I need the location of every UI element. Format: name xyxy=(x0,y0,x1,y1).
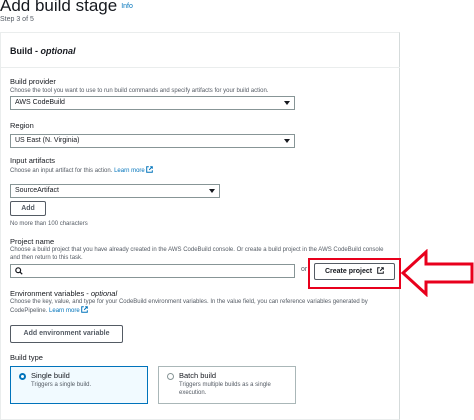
project-name-description-line1: Choose a build project that you have alr… xyxy=(10,247,384,253)
external-link-icon xyxy=(377,267,384,274)
chevron-down-icon xyxy=(284,139,290,143)
env-vars-label: Environment variables - optional xyxy=(10,289,117,298)
input-artifacts-label: Input artifacts xyxy=(10,156,56,165)
add-input-artifact-button[interactable]: Add xyxy=(10,201,46,216)
build-provider-select[interactable]: AWS CodeBuild xyxy=(10,96,295,110)
single-build-title: Single build xyxy=(31,371,70,380)
info-link[interactable]: Info xyxy=(121,3,133,10)
input-artifacts-learn-more-link[interactable]: Learn more xyxy=(114,168,145,174)
chevron-down-icon xyxy=(284,101,290,105)
env-vars-description-line2: CodePipeline. Learn more xyxy=(10,306,89,315)
build-type-label: Build type xyxy=(10,353,43,362)
or-separator: or xyxy=(301,266,308,273)
build-provider-description: Choose the tool you want to use to run b… xyxy=(10,88,269,94)
project-name-label: Project name xyxy=(10,237,55,246)
red-arrow-annotation xyxy=(400,249,474,297)
create-project-button[interactable]: Create project xyxy=(314,263,395,280)
single-build-description: Triggers a single build. xyxy=(31,382,92,388)
batch-build-title: Batch build xyxy=(179,371,217,380)
batch-build-option[interactable]: Batch build Triggers multiple builds as … xyxy=(158,366,296,404)
input-artifact-value: SourceArtifact xyxy=(15,187,59,194)
project-name-search-input[interactable] xyxy=(10,264,295,278)
single-build-option[interactable]: Single build Triggers a single build. xyxy=(10,366,148,404)
panel-title-optional: optional xyxy=(40,46,76,56)
search-icon xyxy=(15,267,23,275)
external-link-icon[interactable] xyxy=(81,306,89,313)
input-artifacts-limit-note: No more than 100 characters xyxy=(10,221,88,227)
step-indicator: Step 3 of 5 xyxy=(0,16,34,23)
build-provider-value: AWS CodeBuild xyxy=(15,99,65,106)
panel-title: Build - optional xyxy=(10,46,76,56)
input-artifacts-description-text: Choose an input artifact for this action… xyxy=(10,168,113,174)
env-vars-label-prefix: Environment variables - xyxy=(10,289,91,298)
project-name-description-line2: and then return to this task. xyxy=(10,255,83,261)
env-vars-label-optional: optional xyxy=(90,289,118,298)
panel-title-prefix: Build - xyxy=(10,46,41,56)
batch-build-description-line2: execution. xyxy=(179,390,207,396)
batch-build-radio[interactable] xyxy=(167,373,174,380)
build-provider-label: Build provider xyxy=(10,77,56,86)
region-value: US East (N. Virginia) xyxy=(15,137,80,144)
input-artifact-select[interactable]: SourceArtifact xyxy=(10,184,220,198)
region-select[interactable]: US East (N. Virginia) xyxy=(10,134,295,148)
env-vars-description-line1: Choose the key, value, and type for your… xyxy=(10,299,368,305)
page-title: Add build stage Info xyxy=(0,0,133,16)
env-vars-description-text: CodePipeline. xyxy=(10,308,48,314)
create-project-label: Create project xyxy=(324,268,373,275)
single-build-radio[interactable] xyxy=(19,373,26,380)
page-title-text: Add build stage xyxy=(0,0,118,15)
input-artifacts-description: Choose an input artifact for this action… xyxy=(10,166,154,175)
env-vars-learn-more-link[interactable]: Learn more xyxy=(49,308,80,314)
batch-build-description-line1: Triggers multiple builds as a single xyxy=(179,382,271,388)
region-label: Region xyxy=(10,121,34,130)
chevron-down-icon xyxy=(209,189,215,193)
add-environment-variable-button[interactable]: Add environment variable xyxy=(10,325,123,343)
external-link-icon[interactable] xyxy=(146,166,154,173)
